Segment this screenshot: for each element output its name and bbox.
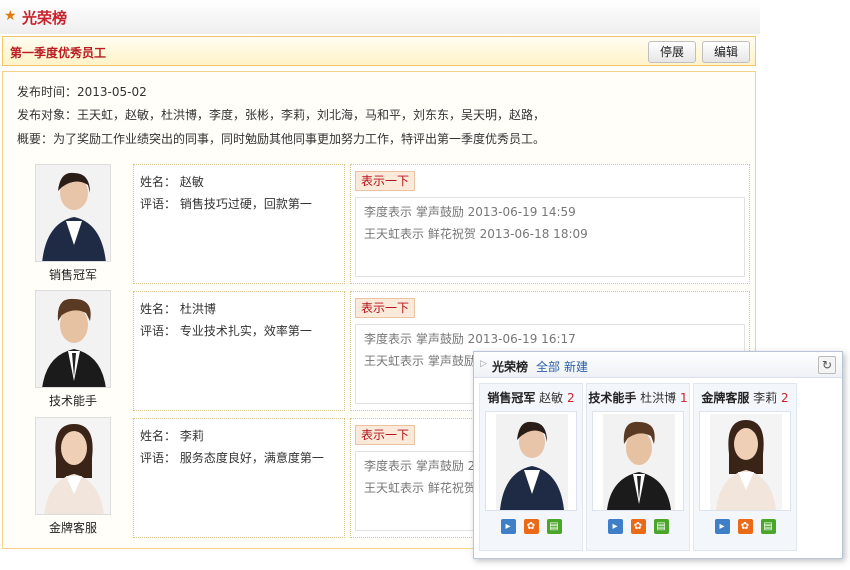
honor-name: 第一季度优秀员工	[10, 46, 107, 60]
employee-name: 杜洪博	[179, 302, 216, 316]
employee-card-service: 金牌客服	[17, 417, 129, 536]
flower-icon[interactable]: ✿	[523, 519, 539, 534]
book-icon[interactable]: ▤	[760, 519, 776, 534]
role-label: 金牌客服	[48, 521, 97, 535]
feed-item: 李度表示 掌声鼓励 2013-06-19 14:59	[364, 205, 576, 219]
employee-photo	[699, 411, 791, 511]
employee-comment: 专业技术扎实，效率第一	[179, 324, 312, 338]
book-icon[interactable]: ▤	[653, 519, 669, 534]
praise-count: 2	[781, 391, 789, 405]
employee-name: 赵敏	[179, 175, 204, 189]
employee-info-cell: 姓名： 赵敏 评语： 销售技巧过硬，回款第一	[133, 164, 345, 284]
page-title: 光荣榜	[22, 9, 68, 27]
praise-cell: 表示一下 李度表示 掌声鼓励 2013-06-19 14:59 王天虹表示 鲜花…	[350, 164, 750, 284]
publish-date: 发布时间：2013-05-02	[17, 85, 147, 99]
view-icon[interactable]: ▸	[500, 519, 516, 534]
role-label: 销售冠军	[48, 268, 97, 282]
refresh-icon[interactable]: ↻	[818, 356, 836, 374]
feed-item: 王天虹表示 鲜花祝贺 2013-06-18 18:09	[364, 227, 588, 241]
feed-item: 李度表示 掌声鼓励 2013-06-19 16:17	[364, 332, 576, 346]
summary: 概要：为了奖励工作业绩突出的同事，同时勉励其他同事更加努力工作，特评出第一季度优…	[17, 132, 546, 146]
employee-info-cell: 姓名： 李莉 评语： 服务态度良好，满意度第一	[133, 418, 345, 538]
stop-button[interactable]: 停展	[648, 41, 696, 63]
widget-card-service[interactable]: 金牌客服 李莉 2 ▸ ✿ ▤	[693, 383, 797, 551]
praise-button[interactable]: 表示一下	[355, 171, 416, 191]
view-icon[interactable]: ▸	[714, 519, 730, 534]
star-icon: ★	[4, 8, 17, 24]
widget-title: 光荣榜	[492, 360, 529, 374]
employee-card-sales: 销售冠军	[17, 164, 129, 283]
edit-button[interactable]: 编辑	[702, 41, 750, 63]
praise-button[interactable]: 表示一下	[355, 298, 416, 318]
employee-photo	[35, 290, 111, 388]
praise-count: 1	[680, 391, 688, 405]
role-label: 技术能手	[48, 394, 97, 408]
widget-new-link[interactable]: 新建	[564, 358, 588, 375]
praise-button[interactable]: 表示一下	[355, 425, 416, 445]
honor-widget: ▷ 光荣榜 全部 新建 ↻ 销售冠军 赵敏 2 ▸ ✿ ▤ 技术能手 杜洪博 1…	[473, 351, 843, 559]
employee-photo	[592, 411, 684, 511]
employee-card-tech: 技术能手	[17, 290, 129, 409]
widget-header: ▷ 光荣榜 全部 新建 ↻	[474, 352, 842, 378]
employee-info-cell: 姓名： 杜洪博 评语： 专业技术扎实，效率第一	[133, 291, 345, 411]
view-icon[interactable]: ▸	[607, 519, 623, 534]
employee-name: 李莉	[179, 429, 204, 443]
flower-icon[interactable]: ✿	[630, 519, 646, 534]
employee-photo	[485, 411, 577, 511]
flower-icon[interactable]: ✿	[737, 519, 753, 534]
employee-photo	[35, 417, 111, 515]
widget-card-tech[interactable]: 技术能手 杜洪博 1 ▸ ✿ ▤	[586, 383, 690, 551]
praise-count: 2	[567, 391, 575, 405]
employee-photo	[35, 164, 111, 262]
widget-card-sales[interactable]: 销售冠军 赵敏 2 ▸ ✿ ▤	[479, 383, 583, 551]
page-title-bar: ★ 光荣榜	[0, 0, 760, 34]
honor-header: 第一季度优秀员工 停展 编辑	[2, 36, 756, 66]
praise-feed: 李度表示 掌声鼓励 2013-06-19 14:59 王天虹表示 鲜花祝贺 20…	[355, 197, 745, 277]
widget-all-link[interactable]: 全部	[536, 358, 560, 375]
employee-comment: 服务态度良好，满意度第一	[179, 451, 324, 465]
collapse-arrow-icon[interactable]: ▷	[480, 359, 487, 369]
publish-targets: 发布对象：王天虹，赵敏，杜洪博，李度，张彬，李莉，刘北海，马和平，刘东东，吴天明…	[17, 108, 546, 122]
employee-comment: 销售技巧过硬，回款第一	[179, 197, 312, 211]
book-icon[interactable]: ▤	[546, 519, 562, 534]
